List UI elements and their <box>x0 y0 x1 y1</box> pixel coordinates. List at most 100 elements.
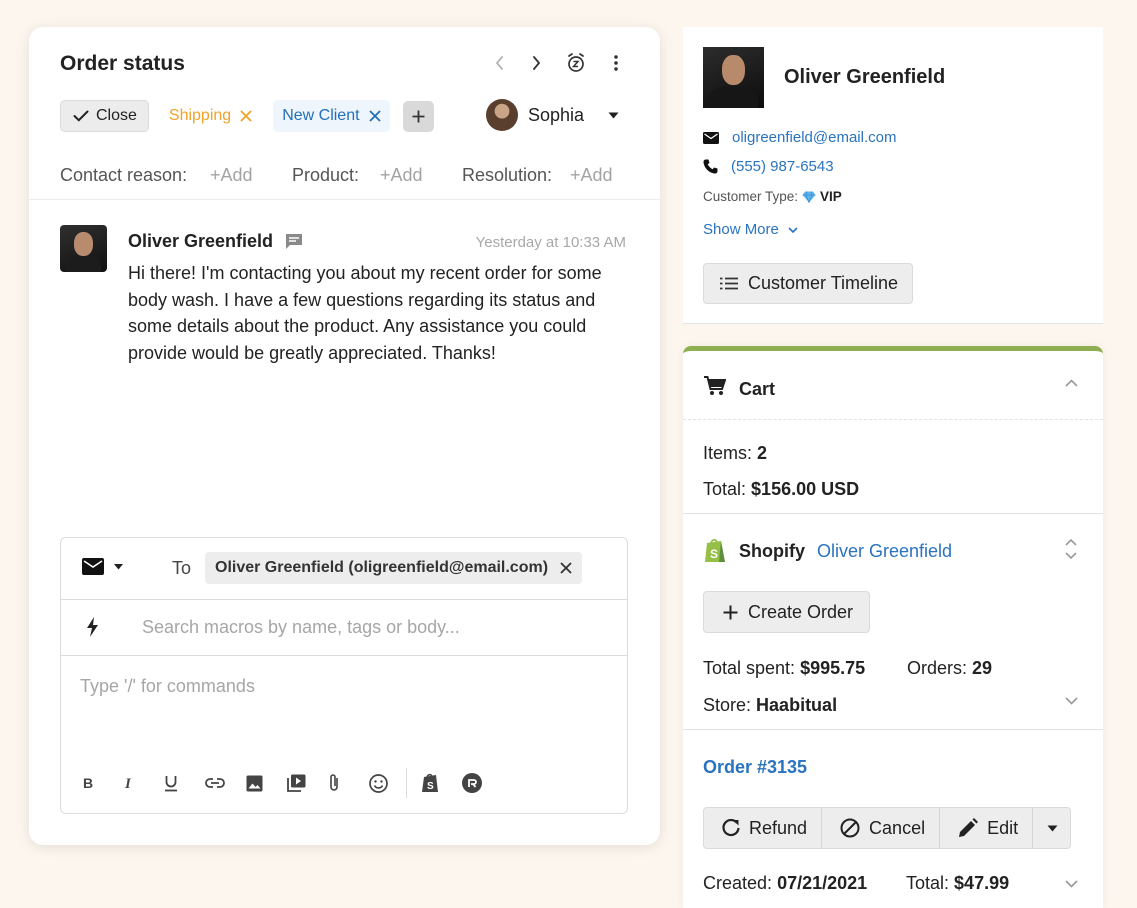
resolution-add[interactable]: +Add <box>570 165 613 186</box>
video-icon[interactable] <box>287 771 328 795</box>
emoji-icon[interactable] <box>369 771 410 795</box>
cart-items-value: 2 <box>757 443 768 463</box>
create-order-button[interactable]: Create Order <box>703 591 871 633</box>
channel-selector[interactable] <box>82 558 123 575</box>
product-add[interactable]: +Add <box>380 165 423 186</box>
message-body: Hi there! I'm contacting you about my re… <box>128 263 602 363</box>
customer-avatar <box>703 47 764 108</box>
shopify-icon: S <box>705 539 725 562</box>
plus-icon <box>723 605 738 619</box>
chevron-up-icon[interactable] <box>1065 379 1078 387</box>
order-total-value: $47.99 <box>954 873 1010 893</box>
chevron-right-icon[interactable] <box>528 51 544 75</box>
caret-down-icon <box>1047 825 1058 831</box>
cart-items-label: Items: <box>703 443 753 463</box>
product-label: Product: <box>292 165 360 185</box>
remove-recipient-icon[interactable] <box>560 562 572 574</box>
more-actions-dropdown[interactable] <box>1033 808 1070 848</box>
close-ticket-label: Close <box>96 107 137 124</box>
divider <box>683 513 1103 514</box>
reply-composer: To Oliver Greenfield (oligreenfield@emai… <box>60 537 628 814</box>
customer-phone-row: (555) 987-6543 <box>703 158 834 175</box>
order-number-link[interactable]: Order #3135 <box>703 757 807 778</box>
caret-down-icon <box>608 112 619 118</box>
reply-body-input[interactable]: Type '/' for commands <box>80 676 255 697</box>
customer-type-label: Customer Type: <box>703 189 799 204</box>
order-actions: Refund Cancel Edit <box>703 807 1072 849</box>
show-more-label: Show More <box>703 221 779 238</box>
cart-header[interactable]: Cart <box>683 351 1103 420</box>
tag-new-client[interactable]: New Client <box>273 100 390 132</box>
attachment-icon[interactable] <box>328 771 369 795</box>
customer-timeline-button[interactable]: Customer Timeline <box>703 263 914 304</box>
recharge-icon[interactable] <box>462 771 503 795</box>
order-created: Created: 07/21/2021 <box>703 873 867 894</box>
orders-count: Orders: 29 <box>907 658 992 679</box>
cart-items: Items: 2 <box>703 443 767 464</box>
cart-total-value: $156.00 USD <box>751 479 860 499</box>
edit-order-button[interactable]: Edit <box>940 808 1034 848</box>
cancel-icon <box>840 818 860 838</box>
tag-new-client-label: New Client <box>282 107 360 124</box>
resolution-label: Resolution: <box>462 165 553 185</box>
refund-button[interactable]: Refund <box>704 808 823 848</box>
underline-icon[interactable] <box>164 771 205 795</box>
assignee-selector[interactable]: Sophia <box>486 99 619 131</box>
chevron-down-icon[interactable] <box>1065 880 1078 888</box>
chevron-down-icon[interactable] <box>1065 697 1078 705</box>
cart-icon <box>704 376 726 395</box>
diamond-icon <box>802 190 816 203</box>
message-author: Oliver Greenfield <box>128 231 274 251</box>
remove-tag-icon[interactable] <box>240 110 252 122</box>
close-ticket-button[interactable]: Close <box>60 100 149 132</box>
bold-icon[interactable]: B <box>82 771 123 795</box>
tag-shipping[interactable]: Shipping <box>159 100 262 132</box>
edit-order-label: Edit <box>987 817 1019 838</box>
list-icon <box>720 277 738 290</box>
customer-type-value: VIP <box>820 189 842 204</box>
shopify-label: Shopify <box>739 541 805 561</box>
svg-text:S: S <box>710 547 718 561</box>
total-spent-value: $995.75 <box>800 658 866 678</box>
ticket-nav <box>491 51 624 75</box>
mail-icon <box>82 558 104 575</box>
assignee-name: Sophia <box>528 104 585 125</box>
image-icon[interactable] <box>246 771 287 795</box>
total-spent: Total spent: $995.75 <box>703 658 865 679</box>
create-order-label: Create Order <box>748 601 854 622</box>
add-tag-button[interactable] <box>402 100 434 132</box>
customer-phone-link[interactable]: (555) 987-6543 <box>731 158 834 175</box>
svg-text:I: I <box>124 776 132 790</box>
chevron-down-icon <box>788 226 798 233</box>
macro-row: Search macros by name, tags or body... <box>61 600 627 656</box>
link-icon[interactable] <box>205 771 246 795</box>
show-more-link[interactable]: Show More <box>703 221 798 238</box>
recipient-chip[interactable]: Oliver Greenfield (oligreenfield@email.c… <box>205 552 583 584</box>
cancel-order-button[interactable]: Cancel <box>822 808 941 848</box>
customer-name: Oliver Greenfield <box>784 66 946 88</box>
shopify-customer-link[interactable]: Oliver Greenfield <box>817 541 952 562</box>
shopify-icon[interactable]: S <box>421 771 462 795</box>
orders-value: 29 <box>972 658 993 678</box>
customer-timeline-label: Customer Timeline <box>748 273 899 293</box>
store: Store: Haabitual <box>703 695 837 716</box>
macro-search-input[interactable]: Search macros by name, tags or body... <box>142 617 460 638</box>
more-vertical-icon[interactable] <box>608 51 624 75</box>
chevron-left-icon[interactable] <box>491 51 507 75</box>
divider <box>29 199 660 200</box>
cart-title: Cart <box>739 379 776 399</box>
contact-reason-add[interactable]: +Add <box>210 165 253 186</box>
tag-shipping-label: Shipping <box>168 107 232 124</box>
remove-tag-icon[interactable] <box>368 110 381 122</box>
cart-total-label: Total: <box>703 479 747 499</box>
assignee-avatar <box>486 99 518 131</box>
recipient-label: Oliver Greenfield (oligreenfield@email.c… <box>215 559 549 576</box>
snooze-icon[interactable] <box>565 51 587 75</box>
italic-icon[interactable]: I <box>123 771 164 795</box>
expand-collapse-icon[interactable] <box>1065 539 1077 559</box>
check-icon <box>73 110 89 122</box>
svg-text:S: S <box>427 781 434 792</box>
customer-email-link[interactable]: oligreenfield@email.com <box>732 129 896 146</box>
customer-type: Customer Type: VIP <box>703 189 842 204</box>
svg-text:B: B <box>83 776 93 790</box>
